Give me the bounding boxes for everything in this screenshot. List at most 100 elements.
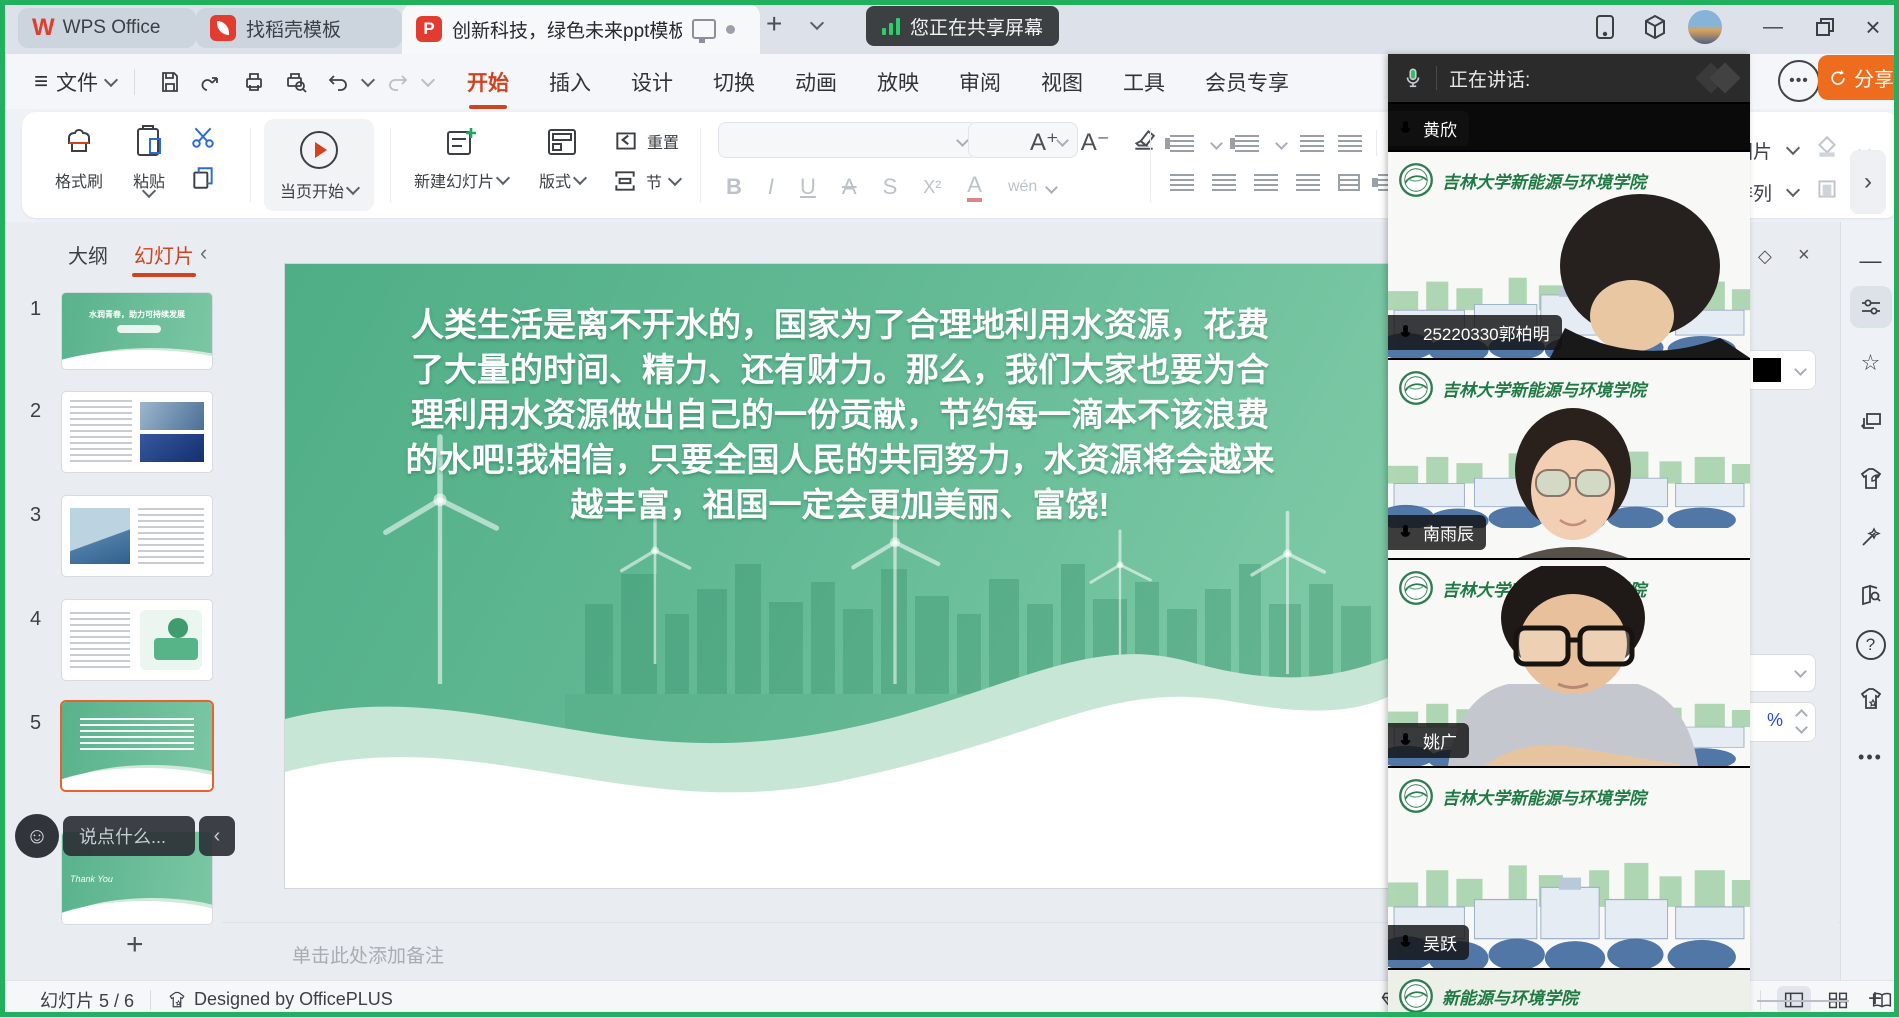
mobile-view-button[interactable] — [1588, 10, 1622, 44]
paste-button[interactable]: 粘贴 — [118, 122, 180, 196]
outline-style-select[interactable] — [1740, 654, 1816, 692]
slide-thumbnail-5-selected[interactable] — [62, 702, 212, 790]
workspace-cube-button[interactable] — [1638, 10, 1672, 44]
align-left-button[interactable] — [1170, 174, 1194, 191]
slide-thumbnail-3[interactable] — [62, 496, 212, 576]
strikethrough-button[interactable]: A — [842, 174, 857, 200]
align-center-button[interactable] — [1212, 174, 1236, 191]
ribbon-expand-button[interactable]: › — [1850, 150, 1886, 214]
magic-beautify-icon[interactable] — [1850, 516, 1892, 558]
menu-design[interactable]: 设计 — [611, 57, 693, 107]
participant-tile[interactable]: 吉林大学新能源与环境学院 南雨辰 — [1388, 358, 1750, 558]
collapse-pane-icon[interactable]: — — [1850, 240, 1892, 282]
chat-collapse-button[interactable]: ‹ — [199, 816, 235, 856]
slide-thumbnail-1[interactable]: 水润青春，助力可持续发展 — [62, 293, 212, 369]
justify-button[interactable] — [1296, 174, 1320, 191]
frame-style-button[interactable] — [1814, 176, 1840, 208]
fill-color-button[interactable] — [1814, 134, 1840, 166]
close-button[interactable]: × — [1856, 10, 1890, 44]
distribute-button[interactable] — [1338, 174, 1360, 191]
slide-canvas[interactable]: 人类生活是离不开水的，国家为了合理地利用水资源，花费 了大量的时间、精力、还有财… — [285, 264, 1394, 888]
underline-button[interactable]: U — [800, 174, 816, 200]
participant-tile[interactable]: 吉林大学新能源与环境学院 25220330郭柏明 — [1388, 150, 1750, 358]
new-tab-button[interactable]: + — [766, 8, 782, 40]
shape-diamond-icon[interactable]: ◇ — [1758, 246, 1772, 267]
menu-view[interactable]: 视图 — [1021, 57, 1103, 107]
object-properties-icon[interactable] — [1850, 286, 1892, 328]
copy-button[interactable] — [190, 165, 216, 196]
tab-wps-home[interactable]: W WPS Office — [18, 8, 196, 48]
tab-list-chevron-icon[interactable] — [810, 16, 824, 30]
menu-home[interactable]: 开始 — [447, 57, 529, 107]
increase-indent-button[interactable] — [1338, 135, 1362, 152]
officeplus-shirt-icon[interactable] — [1850, 678, 1892, 720]
redo-chevron-icon[interactable] — [421, 72, 435, 86]
shadow-button[interactable]: S — [883, 174, 898, 200]
section-button[interactable]: 节 — [612, 168, 680, 194]
increase-font-button[interactable]: A⁺ — [1030, 128, 1059, 157]
print-button[interactable] — [237, 65, 271, 99]
sidebar-collapse-icon[interactable]: ‹ — [200, 240, 207, 266]
menu-transition[interactable]: 切换 — [693, 57, 775, 107]
menu-review[interactable]: 审阅 — [939, 57, 1021, 107]
layout-button[interactable]: 版式 — [527, 122, 597, 192]
chat-input[interactable]: 说点什么... — [63, 816, 195, 856]
file-menu[interactable]: 文件 — [56, 67, 98, 97]
new-slide-button[interactable]: 新建幻灯片 — [407, 122, 515, 192]
officeplus-credit[interactable]: Designed by OfficePLUS — [167, 989, 393, 1010]
font-name-select[interactable] — [718, 122, 978, 158]
print-preview-button[interactable] — [279, 65, 313, 99]
fill-color-select[interactable] — [1740, 350, 1816, 390]
reset-button[interactable]: 重置 — [612, 128, 680, 154]
menu-insert[interactable]: 插入 — [529, 57, 611, 107]
superscript-button[interactable]: X² — [923, 177, 941, 198]
share-button[interactable]: 分享 — [1818, 55, 1899, 100]
font-color-button[interactable]: A — [967, 172, 982, 202]
find-search-icon[interactable] — [1850, 574, 1892, 616]
tab-slides[interactable]: 幻灯片 — [134, 240, 194, 277]
menu-member[interactable]: 会员专享 — [1185, 57, 1309, 107]
slide-body-text[interactable]: 人类生活是离不开水的，国家为了合理地利用水资源，花费 了大量的时间、精力、还有财… — [400, 302, 1280, 527]
menu-animation[interactable]: 动画 — [775, 57, 857, 107]
save-button[interactable] — [153, 65, 187, 99]
more-options-icon[interactable]: ••• — [1850, 736, 1892, 778]
participant-tile[interactable]: 新能源与环境学院 — [1388, 968, 1750, 1017]
format-painter-button[interactable]: 格式刷 — [46, 122, 112, 192]
numbered-list-button[interactable] — [1235, 135, 1259, 152]
slide-switch-icon[interactable] — [1850, 400, 1892, 442]
undo-button[interactable] — [321, 65, 355, 99]
transparency-spinner[interactable]: % — [1740, 702, 1816, 742]
cut-button[interactable] — [190, 124, 216, 155]
zoom-slider[interactable] — [1757, 1000, 1849, 1002]
pinyin-button[interactable]: wén — [1008, 178, 1037, 196]
decrease-indent-button[interactable] — [1300, 135, 1324, 152]
participant-tile[interactable]: 吉林大学新能源与环境学院 吴跃 — [1388, 766, 1750, 968]
help-icon[interactable]: ? — [1856, 630, 1886, 660]
panel-close-icon[interactable]: × — [1798, 244, 1810, 267]
file-menu-chevron-icon[interactable] — [104, 72, 118, 86]
participant-tile[interactable]: 黄欣 — [1388, 102, 1750, 150]
bullet-list-button[interactable] — [1170, 135, 1194, 152]
slide-thumbnail-4[interactable] — [62, 600, 212, 680]
clear-format-button[interactable] — [1131, 126, 1157, 159]
add-slide-button[interactable]: + — [126, 928, 144, 962]
redo-button[interactable] — [381, 65, 415, 99]
decrease-font-button[interactable]: A⁻ — [1081, 128, 1110, 157]
slide-thumbnail-2[interactable] — [62, 392, 212, 472]
effects-star-icon[interactable]: ☆ — [1850, 342, 1892, 384]
tab-outline[interactable]: 大纲 — [68, 240, 108, 277]
italic-button[interactable]: I — [768, 174, 774, 200]
assistant-icon[interactable]: ••• — [1778, 60, 1820, 102]
menu-slideshow[interactable]: 放映 — [857, 57, 939, 107]
hamburger-icon[interactable]: ≡ — [34, 68, 48, 96]
zoom-in-button[interactable]: + — [1868, 985, 1882, 1013]
undo-chevron-icon[interactable] — [361, 72, 375, 86]
restore-button[interactable] — [1808, 10, 1842, 44]
align-right-button[interactable] — [1254, 174, 1278, 191]
tab-document-active[interactable]: P 创新科技，绿色未来ppt模板(1 — [402, 4, 760, 54]
bold-button[interactable]: B — [726, 174, 742, 200]
export-button[interactable] — [195, 65, 229, 99]
tab-template-store[interactable]: 找稻壳模板 — [196, 8, 402, 48]
play-from-current-button[interactable]: 当页开始 — [264, 119, 374, 211]
user-avatar[interactable] — [1688, 10, 1722, 44]
